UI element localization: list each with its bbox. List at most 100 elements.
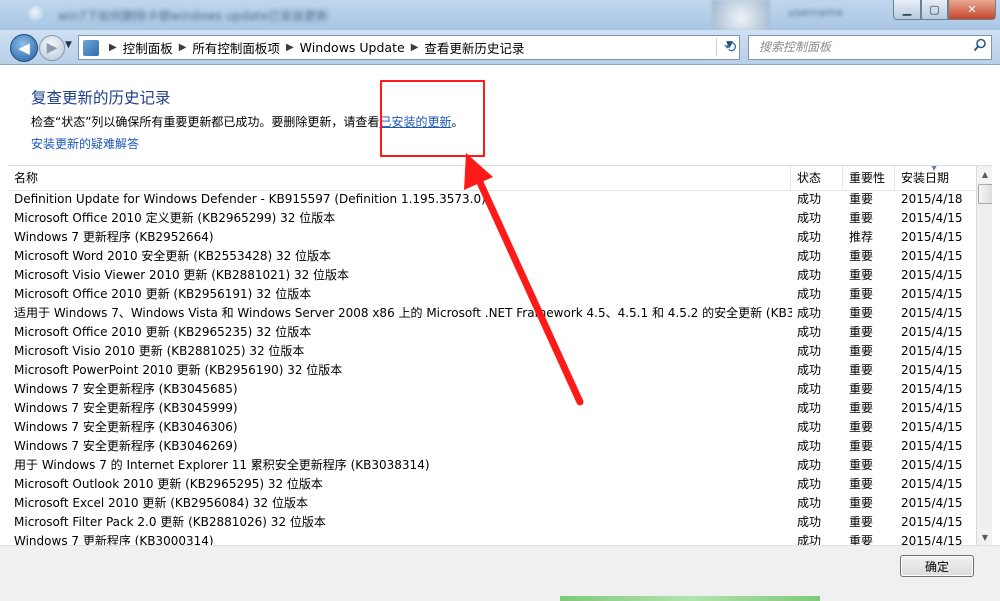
update-name-cell: 用于 Windows 7 的 Internet Explorer 11 累积安全… — [14, 458, 430, 472]
status-cell: 成功 — [797, 401, 822, 415]
navigation-bar: ◀ ▶ ▼ ▶ 控制面板 ▶ 所有控制面板项 ▶ Windows Update … — [0, 30, 1000, 65]
update-name-cell: 适用于 Windows 7、Windows Vista 和 Windows Se… — [14, 306, 792, 320]
minimize-button[interactable]: ▁ — [893, 0, 921, 20]
back-button[interactable]: ◀ — [10, 34, 38, 62]
install-date-cell: 2015/4/15 — [901, 249, 963, 263]
table-row[interactable]: Microsoft Filter Pack 2.0 更新 (KB2881026)… — [8, 513, 976, 532]
breadcrumb-control-panel[interactable]: 控制面板 — [123, 38, 173, 57]
status-cell: 成功 — [797, 363, 822, 377]
table-row[interactable]: Windows 7 安全更新程序 (KB3045999) 成功 重要 2015/4/1… — [8, 399, 976, 418]
table-row[interactable]: Microsoft Office 2010 更新 (KB2956191) 32 … — [8, 285, 976, 304]
address-bar[interactable]: ▶ 控制面板 ▶ 所有控制面板项 ▶ Windows Update ▶ 查看更新… — [78, 35, 740, 60]
update-name-cell: Microsoft Visio 2010 更新 (KB2881025) 32 位… — [14, 344, 305, 358]
search-input[interactable] — [749, 36, 969, 57]
scroll-thumb[interactable] — [978, 184, 992, 204]
table-row[interactable]: Microsoft Excel 2010 更新 (KB2956084) 32 位… — [8, 494, 976, 513]
table-row[interactable]: Windows 7 安全更新程序 (KB3046269) 成功 重要 2015/4/1… — [8, 437, 976, 456]
importance-cell: 重要 — [849, 344, 874, 358]
install-date-cell: 2015/4/15 — [901, 515, 963, 529]
status-cell: 成功 — [797, 249, 822, 263]
importance-cell: 重要 — [849, 477, 874, 491]
title-bar: win7下如何删除卡顿windows update已安装更新 username … — [0, 0, 1000, 30]
table-row[interactable]: Microsoft Visio 2010 更新 (KB2881025) 32 位… — [8, 342, 976, 361]
table-row[interactable]: Microsoft Office 2010 定义更新 (KB2965299) 3… — [8, 209, 976, 228]
importance-cell: 重要 — [849, 382, 874, 396]
column-header-importance[interactable]: 重要性 — [843, 166, 895, 190]
breadcrumb-all-items[interactable]: 所有控制面板项 — [192, 38, 280, 57]
table-row[interactable]: Windows 7 安全更新程序 (KB3046306) 成功 重要 2015/4/1… — [8, 418, 976, 437]
table-row[interactable]: Microsoft PowerPoint 2010 更新 (KB2956190)… — [8, 361, 976, 380]
update-name-cell: Microsoft Outlook 2010 更新 (KB2965295) 32… — [14, 477, 323, 491]
table-row[interactable]: Microsoft Word 2010 安全更新 (KB2553428) 32 … — [8, 247, 976, 266]
install-date-cell: 2015/4/15 — [901, 382, 963, 396]
avatar — [712, 0, 770, 30]
update-name-cell: Microsoft Office 2010 更新 (KB2965235) 32 … — [14, 325, 312, 339]
column-header-status[interactable]: 状态 — [791, 166, 843, 190]
scroll-down-icon[interactable]: ▼ — [977, 529, 992, 546]
importance-cell: 推荐 — [849, 230, 874, 244]
status-cell: 成功 — [797, 268, 822, 282]
installed-updates-link[interactable]: 已安装的更新 — [379, 115, 451, 129]
table-row[interactable]: Microsoft Outlook 2010 更新 (KB2965295) 32… — [8, 475, 976, 494]
ok-button[interactable]: 确定 — [900, 555, 974, 577]
table-row[interactable]: Windows 7 更新程序 (KB2952664) 成功 推荐 2015/4/15 — [8, 228, 976, 247]
chevron-right-icon[interactable]: ▶ — [286, 42, 294, 53]
table-row[interactable]: 适用于 Windows 7、Windows Vista 和 Windows Se… — [8, 304, 976, 323]
status-cell: 成功 — [797, 192, 822, 206]
refresh-icon: ⟲ — [723, 38, 737, 56]
user-name: username — [788, 6, 843, 19]
install-date-cell: 2015/4/15 — [901, 439, 963, 453]
importance-cell: 重要 — [849, 306, 874, 320]
page-description: 检查“状态”列以确保所有重要更新都已成功。要删除更新，请查看已安装的更新。 — [31, 113, 463, 130]
search-icon[interactable] — [973, 38, 987, 52]
refresh-button[interactable]: ⟲ — [718, 37, 742, 57]
install-date-cell: 2015/4/15 — [901, 211, 963, 225]
update-name-cell: Windows 7 安全更新程序 (KB3046269) — [14, 439, 238, 453]
update-name-cell: Definition Update for Windows Defender -… — [14, 192, 486, 206]
chevron-right-icon[interactable]: ▶ — [109, 42, 117, 53]
importance-cell: 重要 — [849, 401, 874, 415]
table-row[interactable]: Windows 7 更新程序 (KB3000314) 成功 重要 2015/4/15 — [8, 532, 976, 546]
importance-cell: 重要 — [849, 515, 874, 529]
close-button[interactable]: ✕ — [948, 0, 996, 20]
table-row[interactable]: Windows 7 安全更新程序 (KB3045685) 成功 重要 2015/4/1… — [8, 380, 976, 399]
recent-pages-dropdown-icon[interactable]: ▼ — [65, 40, 72, 50]
search-box — [748, 35, 992, 60]
chevron-right-icon[interactable]: ▶ — [179, 42, 187, 53]
vertical-scrollbar[interactable]: ▲ ▼ — [976, 166, 992, 546]
breadcrumb-windows-update[interactable]: Windows Update — [300, 40, 405, 55]
maximize-button[interactable]: ▢ — [921, 0, 948, 20]
importance-cell: 重要 — [849, 458, 874, 472]
table-row[interactable]: Definition Update for Windows Defender -… — [8, 190, 976, 209]
status-cell: 成功 — [797, 496, 822, 510]
install-date-cell: 2015/4/15 — [901, 363, 963, 377]
importance-cell: 重要 — [849, 249, 874, 263]
table-row[interactable]: Microsoft Office 2010 更新 (KB2965235) 32 … — [8, 323, 976, 342]
status-cell: 成功 — [797, 306, 822, 320]
status-cell: 成功 — [797, 439, 822, 453]
maximize-icon: ▢ — [929, 3, 940, 16]
column-header-name[interactable]: 名称 — [8, 166, 791, 190]
minimize-icon: ▁ — [902, 3, 912, 16]
status-cell: 成功 — [797, 534, 822, 546]
status-cell: 成功 — [797, 325, 822, 339]
table-row[interactable]: Microsoft Visio Viewer 2010 更新 (KB288102… — [8, 266, 976, 285]
update-name-cell: Windows 7 更新程序 (KB2952664) — [14, 230, 214, 244]
importance-cell: 重要 — [849, 192, 874, 206]
forward-button[interactable]: ▶ — [39, 35, 65, 61]
table-row[interactable]: 用于 Windows 7 的 Internet Explorer 11 累积安全… — [8, 456, 976, 475]
status-cell: 成功 — [797, 230, 822, 244]
troubleshoot-link[interactable]: 安装更新的疑难解答 — [31, 135, 139, 152]
breadcrumb-update-history[interactable]: 查看更新历史记录 — [424, 38, 524, 57]
install-date-cell: 2015/4/15 — [901, 344, 963, 358]
chevron-right-icon[interactable]: ▶ — [411, 42, 419, 53]
update-name-cell: Microsoft Office 2010 定义更新 (KB2965299) 3… — [14, 211, 336, 225]
status-cell: 成功 — [797, 211, 822, 225]
scroll-up-icon[interactable]: ▲ — [977, 166, 992, 183]
importance-cell: 重要 — [849, 439, 874, 453]
control-panel-icon — [83, 39, 99, 56]
description-text: 检查“状态”列以确保所有重要更新都已成功。要删除更新，请查看 — [31, 115, 380, 129]
update-name-cell: Microsoft Office 2010 更新 (KB2956191) 32 … — [14, 287, 312, 301]
install-date-cell: 2015/4/15 — [901, 534, 963, 546]
status-cell: 成功 — [797, 477, 822, 491]
